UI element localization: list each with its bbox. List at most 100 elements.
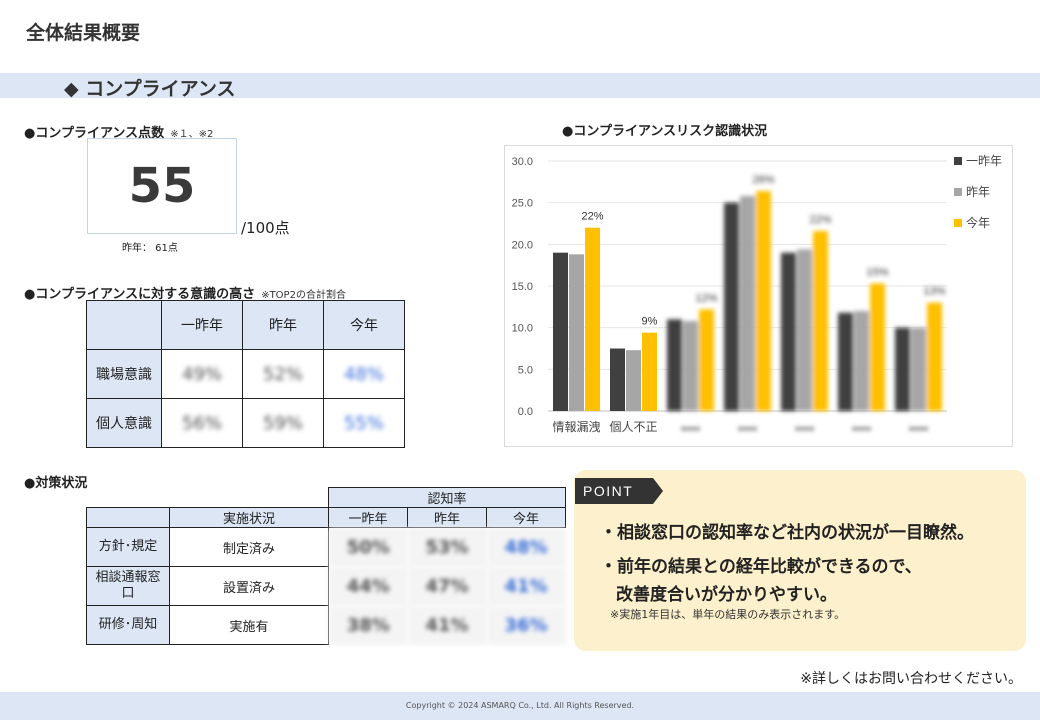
bar — [699, 309, 714, 411]
data-label: 22% — [581, 211, 603, 223]
point-line-3: 改善度合いが分かりやすい。 — [616, 585, 837, 605]
legend-swatch — [954, 157, 962, 165]
section-title: ◆ コンプライアンス — [64, 78, 236, 100]
row-header: 個人意識 — [86, 398, 162, 448]
x-tick-label: 情報漏洩 — [552, 420, 600, 434]
table-corner — [86, 507, 170, 528]
table-header-row: 一昨年 昨年 今年 — [86, 300, 405, 350]
table-cell: 49% — [161, 349, 243, 399]
score-value: 55 — [87, 138, 237, 234]
score-previous: 昨年： 61点 — [122, 243, 178, 254]
data-label: 12% — [695, 292, 717, 304]
column-header: 今年 — [323, 300, 405, 350]
bar — [813, 231, 828, 411]
row-header: 方針･規定 — [86, 527, 170, 567]
awareness-table: 一昨年 昨年 今年 職場意識 49% 52% 48% 個人意識 56% 59% … — [86, 300, 405, 448]
column-header: 一昨年 — [328, 507, 408, 528]
bar — [724, 202, 739, 411]
table-cell: 48% — [323, 349, 405, 399]
row-header: 研修･周知 — [86, 605, 170, 645]
table-corner — [86, 300, 162, 350]
blank-cell — [87, 488, 170, 508]
row-header: 相談通報窓口 — [86, 566, 170, 606]
status-header: 実施状況 — [169, 507, 329, 528]
bar — [797, 249, 812, 411]
bar — [870, 283, 885, 411]
data-label: 26% — [752, 174, 774, 186]
column-header: 今年 — [486, 507, 566, 528]
table-header-row: 認知率 — [87, 487, 566, 508]
table-cell: 44% — [328, 566, 408, 606]
table-cell: 59% — [242, 398, 324, 448]
bar — [683, 321, 698, 411]
risk-bar-chart: 0.0 5.0 10.0 15.0 20.0 25.0 30.0 22% 情報漏洩 9% 個人不正… — [512, 154, 1002, 434]
copyright: Copyright © 2024 ASMARQ Co., Ltd. All Ri… — [405, 701, 635, 710]
point-tag: POINT — [575, 478, 663, 504]
table-header-row: 実施状況 一昨年 昨年 今年 — [86, 507, 566, 528]
score-unit: /100点 — [241, 219, 290, 237]
column-header: 一昨年 — [161, 300, 243, 350]
x-tick-label: ●●●● — [795, 424, 814, 433]
y-tick-label: 20.0 — [512, 239, 533, 251]
table-row: 研修･周知 実施有 38% 41% 36% — [86, 605, 566, 645]
bar — [610, 348, 625, 411]
status-cell: 制定済み — [169, 527, 329, 567]
measures-table: 認知率 実施状況 一昨年 昨年 今年 方針･規定 制定済み 50% 53% 48… — [86, 487, 566, 645]
legend-label: 一昨年 — [966, 154, 1002, 168]
legend-swatch — [954, 219, 962, 227]
bar — [585, 227, 600, 411]
y-tick-label: 30.0 — [512, 156, 533, 168]
chart-container: 0.0 5.0 10.0 15.0 20.0 25.0 30.0 22% 情報漏洩 9% 個人不正… — [504, 145, 1013, 447]
blank-cell — [170, 488, 329, 508]
column-header: 昨年 — [407, 507, 487, 528]
x-tick-label: ●●●● — [909, 424, 928, 433]
legend-label: 昨年 — [966, 185, 990, 199]
point-line-1: ・相談窓口の認知率など社内の状況が一目瞭然。 — [600, 523, 974, 543]
bar — [626, 350, 641, 411]
bar — [927, 302, 942, 411]
table-cell: 55% — [323, 398, 405, 448]
table-cell: 56% — [161, 398, 243, 448]
y-tick-label: 25.0 — [512, 198, 533, 210]
table-cell: 52% — [242, 349, 324, 399]
chart-title: ●コンプライアンスリスク認識状況 — [562, 124, 768, 139]
x-tick-label: ●●●● — [852, 424, 871, 433]
table-cell: 36% — [486, 605, 566, 645]
bar — [740, 196, 755, 411]
y-tick-label: 5.0 — [518, 364, 533, 376]
table-row: 相談通報窓口 設置済み 44% 47% 41% — [86, 566, 566, 606]
x-tick-label: ●●●● — [681, 424, 700, 433]
bar — [756, 191, 771, 411]
status-cell: 設置済み — [169, 566, 329, 606]
table-row: 個人意識 56% 59% 55% — [86, 398, 405, 448]
bar — [667, 319, 682, 411]
table-cell: 53% — [407, 527, 487, 567]
table-row: 職場意識 49% 52% 48% — [86, 349, 405, 399]
x-tick-label: 個人不正 — [609, 420, 657, 434]
bar — [911, 327, 926, 411]
recognition-header: 認知率 — [328, 487, 566, 508]
table-cell: 50% — [328, 527, 408, 567]
legend-label: 今年 — [966, 215, 990, 230]
column-header: 昨年 — [242, 300, 324, 350]
table-row: 方針･規定 制定済み 50% 53% 48% — [86, 527, 566, 567]
contact-note: ※詳しくはお問い合わせください。 — [800, 671, 1022, 687]
bar — [838, 312, 853, 411]
point-note: ※実施1年目は、単年の結果のみ表示されます。 — [610, 608, 846, 621]
bar — [553, 252, 568, 411]
table-cell: 48% — [486, 527, 566, 567]
bar — [781, 252, 796, 411]
table-cell: 41% — [486, 566, 566, 606]
x-tick-label: ●●●● — [738, 424, 757, 433]
row-header: 職場意識 — [86, 349, 162, 399]
bar — [569, 254, 584, 411]
y-tick-label: 10.0 — [512, 323, 533, 335]
y-tick-label: 15.0 — [512, 281, 533, 293]
y-tick-label: 0.0 — [518, 406, 533, 418]
table-cell: 41% — [407, 605, 487, 645]
measures-heading: ●対策状況 — [24, 476, 88, 491]
bar — [895, 327, 910, 411]
page-title: 全体結果概要 — [26, 22, 141, 44]
data-label: 15% — [866, 267, 888, 279]
data-label: 9% — [642, 316, 658, 328]
